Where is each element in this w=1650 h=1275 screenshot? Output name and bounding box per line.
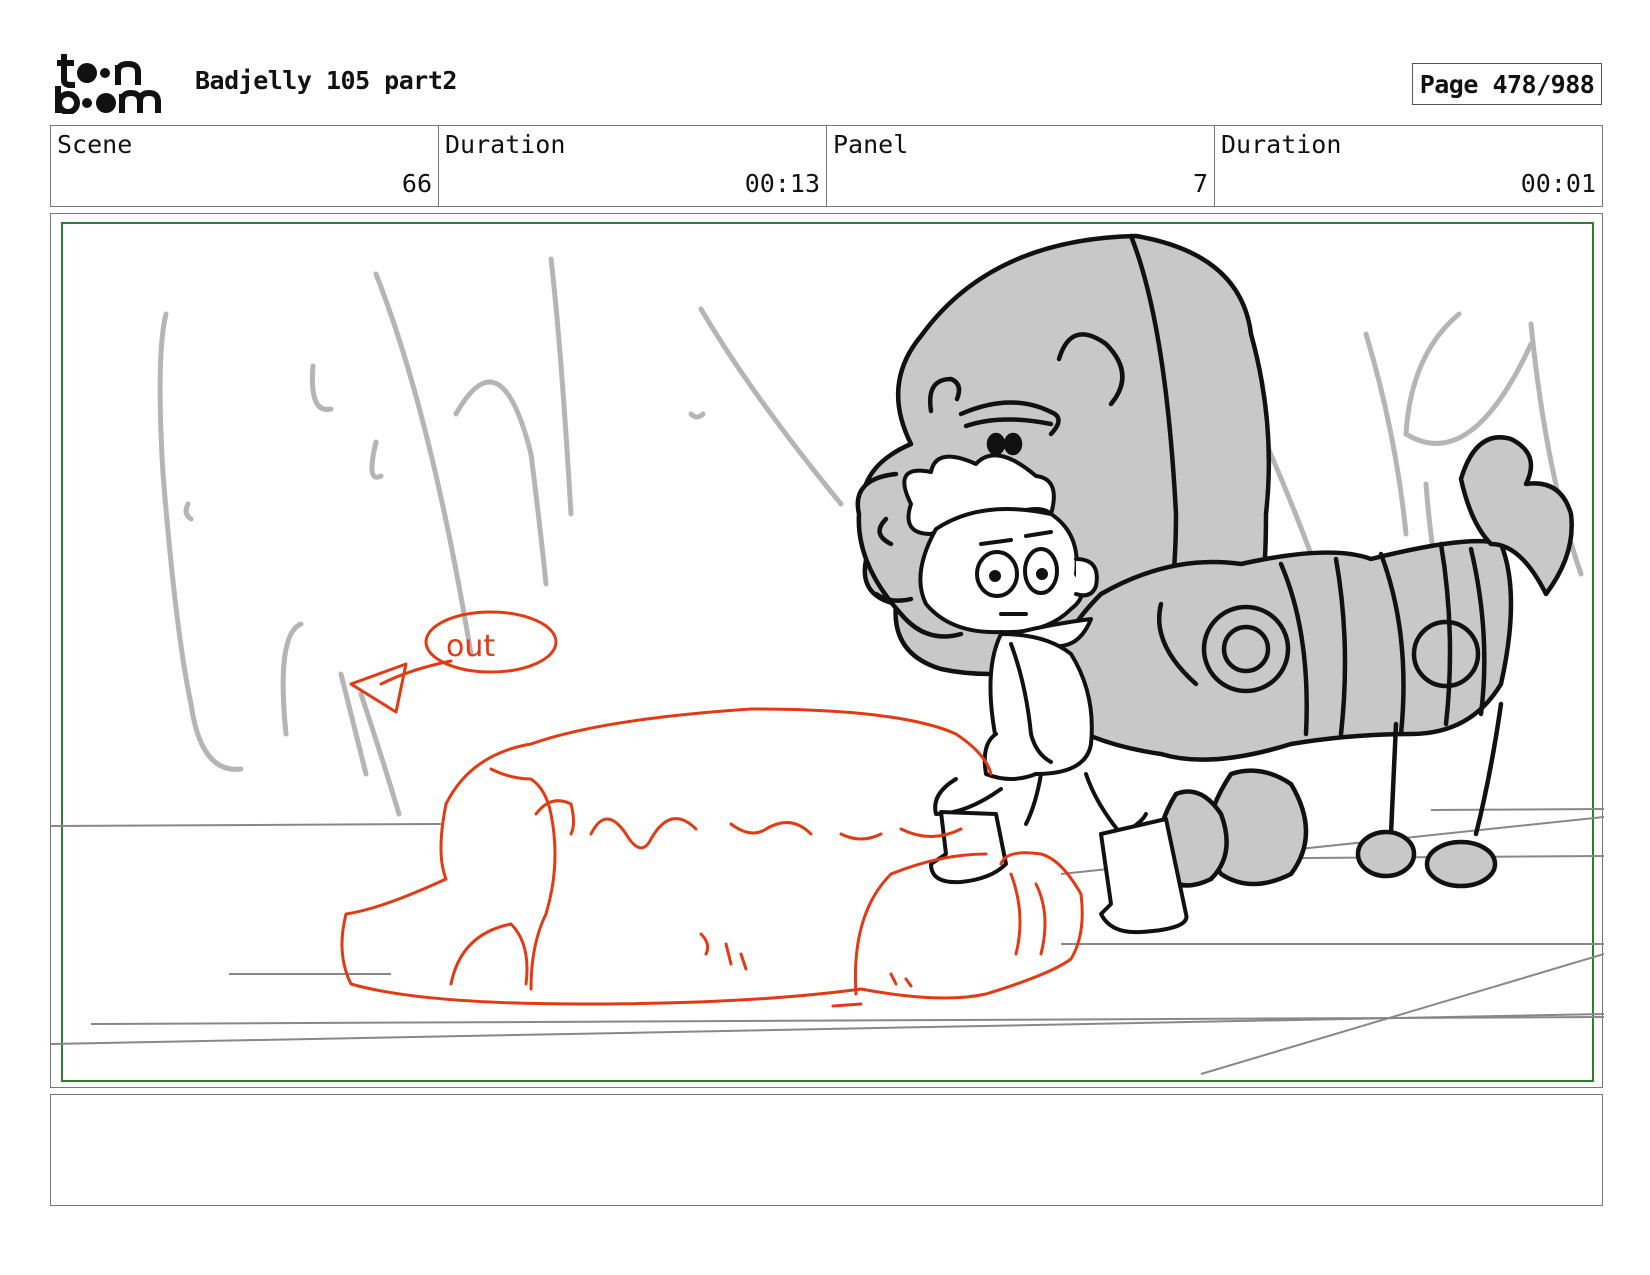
panel-drawing: out [51, 222, 1604, 1082]
storyboard-title: Badjelly 105 part2 [195, 66, 457, 95]
out-annotation-text: out [446, 629, 495, 664]
scene-duration-label: Duration [445, 130, 566, 159]
panel-duration-cell: Duration 00:01 [1215, 126, 1602, 206]
panel-label: Panel [833, 130, 909, 159]
panel-duration-value: 00:01 [1520, 169, 1596, 198]
storyboard-panel: out [50, 213, 1604, 1088]
scene-duration-value: 00:13 [744, 169, 820, 198]
page-indicator: Page 478/988 [1412, 63, 1602, 105]
info-bar: Scene 66 Duration 00:13 Panel 7 Duration… [50, 125, 1603, 207]
scene-duration-cell: Duration 00:13 [439, 126, 827, 206]
panel-cell: Panel 7 [827, 126, 1215, 206]
scene-label: Scene [57, 130, 133, 159]
panel-notes [50, 1094, 1603, 1206]
panel-duration-label: Duration [1221, 130, 1342, 159]
scene-cell: Scene 66 [51, 126, 439, 206]
panel-value: 7 [1192, 169, 1208, 198]
toon-boom-logo [52, 52, 170, 115]
scene-value: 66 [401, 169, 432, 198]
